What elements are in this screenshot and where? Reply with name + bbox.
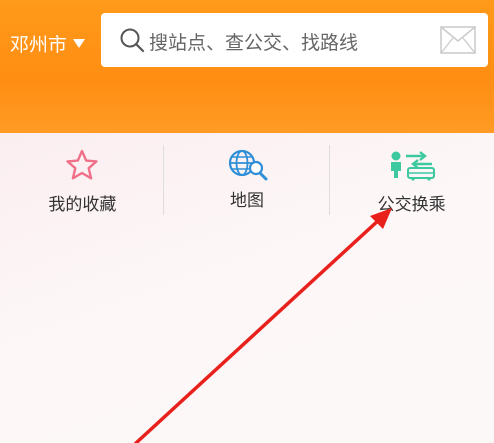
nav-item-map[interactable]: 地图 [165, 133, 330, 228]
city-selector[interactable]: 邓州市 [10, 28, 86, 58]
search-bar[interactable]: 搜站点、查公交、找路线 [101, 13, 488, 67]
mail-icon[interactable] [440, 26, 476, 54]
nav-label-transfer: 公交换乘 [377, 195, 446, 215]
nav-divider [163, 145, 164, 215]
search-icon [120, 28, 145, 53]
quick-nav: 我的收藏 地图 公交换乘 [0, 133, 494, 228]
nav-item-transfer[interactable]: 公交换乘 [329, 133, 494, 228]
nav-item-favorites[interactable]: 我的收藏 [0, 133, 165, 228]
search-placeholder: 搜站点、查公交、找路线 [149, 32, 359, 54]
globe-search-icon [228, 149, 268, 181]
nav-label-map: 地图 [230, 191, 264, 211]
dropdown-arrow-icon [73, 38, 86, 48]
city-name: 邓州市 [10, 33, 68, 56]
main-content: 我的收藏 地图 公交换乘 [0, 133, 494, 443]
bus-transfer-icon [390, 151, 435, 181]
nav-label-favorites: 我的收藏 [48, 195, 117, 215]
star-icon [66, 149, 99, 180]
nav-divider [329, 145, 330, 215]
app-header: 邓州市 搜站点、查公交、找路线 [0, 0, 494, 133]
